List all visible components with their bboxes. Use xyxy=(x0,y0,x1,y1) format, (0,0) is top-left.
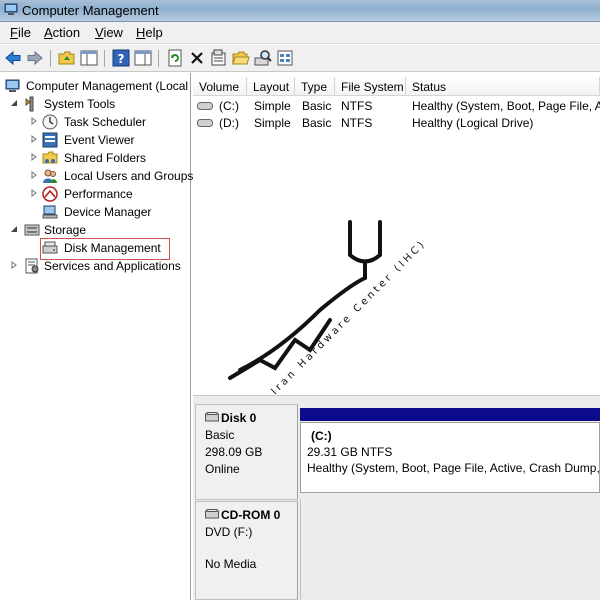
tree-item-disk-management[interactable]: Disk Management xyxy=(0,239,190,257)
tree-item-services[interactable]: Services and Applications xyxy=(0,257,190,275)
menu-view[interactable]: View xyxy=(95,25,123,40)
up-folder-icon[interactable] xyxy=(58,49,76,67)
computer-management-icon xyxy=(5,79,20,92)
drive-icon xyxy=(197,119,213,127)
menu-action[interactable]: Action xyxy=(44,25,80,40)
clock-icon xyxy=(42,114,58,130)
back-arrow-icon[interactable] xyxy=(4,49,22,67)
services-icon xyxy=(25,258,39,274)
forward-arrow-icon[interactable] xyxy=(26,49,44,67)
show-hide-tree-icon[interactable] xyxy=(80,49,98,67)
cdrom-media-area xyxy=(300,500,600,600)
partition-header-bar xyxy=(300,408,600,421)
users-icon xyxy=(43,169,57,183)
ihc-watermark-logo: Iran Hardware Center (IHC) xyxy=(228,220,429,397)
tree-item-performance[interactable]: Performance xyxy=(0,185,190,203)
tree-item-task-scheduler[interactable]: Task Scheduler xyxy=(0,113,190,131)
column-header-status[interactable]: Status xyxy=(406,77,600,96)
tree-item-system-tools[interactable]: System Tools xyxy=(0,95,190,113)
performance-icon xyxy=(42,186,58,202)
delete-icon[interactable] xyxy=(188,49,206,67)
export-list-icon[interactable] xyxy=(276,49,294,67)
open-folder-icon[interactable] xyxy=(232,49,250,67)
column-header-type[interactable]: Type xyxy=(295,77,335,96)
toolbar: ? xyxy=(0,45,600,72)
column-header-layout[interactable]: Layout xyxy=(247,77,295,96)
help-icon[interactable]: ? xyxy=(112,49,130,67)
event-viewer-icon xyxy=(42,132,58,148)
expanded-arrow-icon[interactable] xyxy=(10,99,18,107)
disk-management-icon xyxy=(42,241,58,254)
menu-help[interactable]: Help xyxy=(136,25,163,40)
tree-item-shared-folders[interactable]: Shared Folders xyxy=(0,149,190,167)
window-title: Computer Management xyxy=(22,3,159,18)
toolbar-separator xyxy=(158,50,159,67)
drive-icon xyxy=(197,102,213,110)
system-tools-icon xyxy=(25,96,34,112)
device-manager-icon xyxy=(42,205,58,219)
partition-c[interactable]: (C:) 29.31 GB NTFS Healthy (System, Boot… xyxy=(300,422,600,493)
collapsed-arrow-icon[interactable] xyxy=(30,135,38,143)
column-header-volume[interactable]: Volume xyxy=(193,77,247,96)
menu-file[interactable]: File xyxy=(10,25,31,40)
action-pane-icon[interactable] xyxy=(134,49,152,67)
cdrom-0-label[interactable]: CD-ROM 0 DVD (F:) No Media xyxy=(195,501,298,600)
disk-graphical-view: Disk 0 Basic 298.09 GB Online (C:) 29.31… xyxy=(193,400,600,600)
computer-management-icon xyxy=(4,3,18,15)
collapsed-arrow-icon[interactable] xyxy=(30,117,38,125)
collapsed-arrow-icon[interactable] xyxy=(30,171,38,179)
tree-item-storage[interactable]: Storage xyxy=(0,221,190,239)
title-bar: Computer Management xyxy=(0,0,600,22)
tree-item-root[interactable]: Computer Management (Local xyxy=(0,77,190,95)
tree-item-local-users[interactable]: Local Users and Groups xyxy=(0,167,193,185)
expanded-arrow-icon[interactable] xyxy=(10,225,18,233)
navigation-tree: Computer Management (Local System Tools … xyxy=(0,73,193,600)
refresh-icon[interactable] xyxy=(166,49,184,67)
column-header-file-system[interactable]: File System xyxy=(335,77,406,96)
collapsed-arrow-icon[interactable] xyxy=(30,153,38,161)
cdrom-icon xyxy=(205,509,219,519)
disk-0-label[interactable]: Disk 0 Basic 298.09 GB Online xyxy=(195,404,298,500)
tree-item-event-viewer[interactable]: Event Viewer xyxy=(0,131,190,149)
table-row[interactable]: (D:) Simple Basic NTFS Healthy (Logical … xyxy=(193,114,600,131)
table-row[interactable]: (C:) Simple Basic NTFS Healthy (System, … xyxy=(193,97,600,114)
properties-icon[interactable] xyxy=(210,49,228,67)
watermark-text: Iran Hardware Center (IHC) xyxy=(269,238,428,397)
collapsed-arrow-icon[interactable] xyxy=(30,189,38,197)
toolbar-separator xyxy=(50,50,51,67)
toolbar-separator xyxy=(104,50,105,67)
hard-disk-icon xyxy=(205,412,219,422)
tree-item-device-manager[interactable]: Device Manager xyxy=(0,203,190,221)
shared-folder-icon xyxy=(42,151,58,164)
collapsed-arrow-icon[interactable] xyxy=(10,261,18,269)
svg-text:?: ? xyxy=(118,52,125,66)
menu-bar: File Action View Help xyxy=(0,22,600,44)
search-disk-icon[interactable] xyxy=(254,49,272,67)
storage-icon xyxy=(24,224,40,236)
